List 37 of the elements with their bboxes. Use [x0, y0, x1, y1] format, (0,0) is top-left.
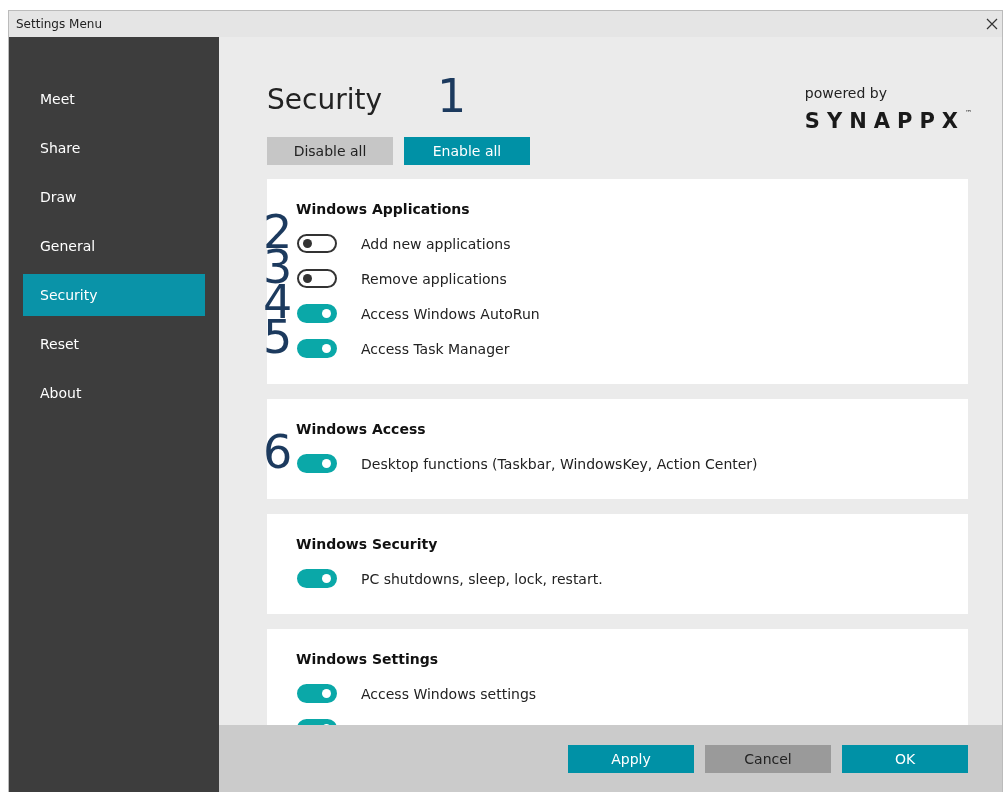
- toggle-switch[interactable]: [297, 454, 337, 473]
- option-label: Access Windows AutoRun: [361, 305, 540, 322]
- toggle-all-button[interactable]: Disable all: [267, 137, 393, 165]
- sidebar-item[interactable]: About: [23, 372, 205, 414]
- close-icon[interactable]: [986, 18, 998, 30]
- toggle-switch[interactable]: [297, 269, 337, 288]
- toggle-switch[interactable]: [297, 684, 337, 703]
- option-label: Access Task Manager: [361, 340, 510, 357]
- sidebar-item[interactable]: Share: [23, 127, 205, 169]
- powered-by-caption: powered by: [804, 85, 888, 101]
- brand-logo: SYNAPPX$^{™}$: [804, 109, 972, 133]
- section-title: Windows Access: [296, 421, 427, 437]
- sidebar-item[interactable]: Reset: [23, 323, 205, 365]
- section-title: Windows Applications: [296, 201, 471, 217]
- toggle-switch[interactable]: [297, 234, 337, 253]
- option-label: PC shutdowns, sleep, lock, restart.: [361, 570, 603, 587]
- sidebar-item[interactable]: Meet: [23, 78, 205, 120]
- sidebar-item[interactable]: Security: [23, 274, 205, 316]
- sidebar-item[interactable]: General: [23, 225, 205, 267]
- callout-number: 6: [263, 429, 293, 475]
- sidebar-item[interactable]: Draw: [23, 176, 205, 218]
- option-label: Access Windows settings: [361, 685, 537, 702]
- page-title: Security: [267, 82, 382, 117]
- dialog-button[interactable]: Apply: [568, 744, 694, 773]
- toggle-switch[interactable]: [297, 339, 337, 358]
- toggle-switch[interactable]: [297, 304, 337, 323]
- option-label: Desktop functions (Taskbar, WindowsKey, Action Center): [361, 455, 758, 472]
- dialog-button[interactable]: Cancel: [705, 744, 831, 773]
- toggle-all-button[interactable]: Enable all: [404, 137, 530, 165]
- option-label: Add new applications: [361, 235, 511, 252]
- callout-number: 1: [437, 73, 467, 119]
- section-title: Windows Settings: [296, 651, 440, 667]
- dialog-button[interactable]: OK: [842, 744, 968, 773]
- option-label: Remove applications: [361, 270, 507, 287]
- window-title: Settings Menu: [16, 17, 102, 31]
- toggle-switch[interactable]: [297, 569, 337, 588]
- section-title: Windows Security: [296, 536, 439, 552]
